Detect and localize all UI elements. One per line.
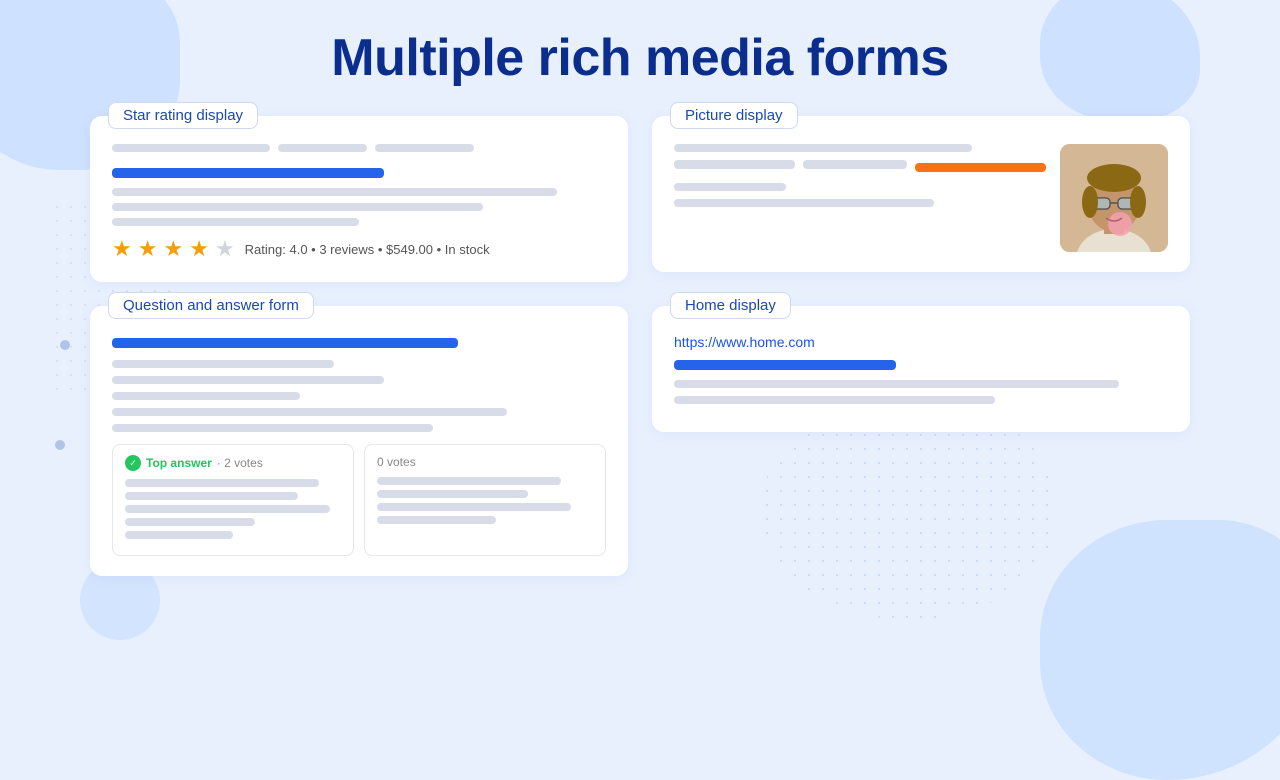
star-rating-row: ★ ★ ★ ★ ★ Rating: 4.0 • 3 reviews • $549… bbox=[112, 236, 606, 262]
qa-form-card: ✓ Top answer · 2 votes 0 votes bbox=[90, 306, 628, 576]
placeholder-line bbox=[125, 492, 298, 500]
placeholder-line bbox=[125, 505, 330, 513]
person-illustration bbox=[1060, 144, 1168, 252]
home-display-wrapper: Home display https://www.home.com bbox=[652, 306, 1190, 576]
placeholder-line bbox=[112, 218, 359, 226]
placeholder-line bbox=[278, 144, 367, 152]
placeholder-line bbox=[377, 477, 561, 485]
placeholder-line bbox=[674, 160, 795, 169]
top-answer-header: ✓ Top answer · 2 votes bbox=[125, 455, 341, 471]
qa-form-label: Question and answer form bbox=[108, 292, 314, 319]
placeholder-line bbox=[125, 531, 233, 539]
product-image bbox=[1060, 144, 1168, 252]
placeholder-line bbox=[112, 360, 334, 368]
placeholder-line bbox=[377, 503, 571, 511]
star-1: ★ bbox=[112, 236, 132, 262]
qa-progress-bar bbox=[112, 338, 458, 348]
placeholder-line bbox=[112, 188, 557, 196]
rating-text: Rating: 4.0 • 3 reviews • $549.00 • In s… bbox=[245, 242, 490, 257]
placeholder-line bbox=[125, 479, 319, 487]
home-url: https://www.home.com bbox=[674, 334, 1168, 350]
placeholder-line bbox=[674, 199, 934, 207]
placeholder-line bbox=[377, 490, 528, 498]
progress-bar bbox=[112, 168, 384, 178]
placeholder-line bbox=[674, 396, 995, 404]
placeholder-line bbox=[112, 144, 270, 152]
placeholder-line bbox=[112, 203, 483, 211]
placeholder-line bbox=[125, 518, 255, 526]
page-title: Multiple rich media forms bbox=[0, 0, 1280, 88]
qa-form-wrapper: Question and answer form ✓ Top answer · … bbox=[90, 306, 628, 576]
star-rating-wrapper: Star rating display ★ ★ ★ ★ ★ Rating: 4.… bbox=[90, 116, 628, 282]
star-rating-label: Star rating display bbox=[108, 102, 258, 129]
qa-answers: ✓ Top answer · 2 votes 0 votes bbox=[112, 444, 606, 556]
star-2: ★ bbox=[138, 236, 158, 262]
placeholder-line bbox=[803, 160, 907, 169]
other-answer-header: 0 votes bbox=[377, 455, 593, 469]
picture-card-text bbox=[674, 144, 1046, 215]
placeholder-line bbox=[674, 380, 1119, 388]
placeholder-line bbox=[674, 144, 972, 152]
picture-display-wrapper: Picture display bbox=[652, 116, 1190, 282]
cards-grid: Star rating display ★ ★ ★ ★ ★ Rating: 4.… bbox=[0, 88, 1280, 576]
star-rating-card: ★ ★ ★ ★ ★ Rating: 4.0 • 3 reviews • $549… bbox=[90, 116, 628, 282]
home-display-label: Home display bbox=[670, 292, 791, 319]
star-3: ★ bbox=[163, 236, 183, 262]
top-answer-label: Top answer bbox=[146, 456, 212, 470]
orange-button bbox=[915, 163, 1046, 172]
other-votes: 0 votes bbox=[377, 455, 416, 469]
star-5: ★ bbox=[215, 236, 235, 262]
top-votes: · 2 votes bbox=[217, 456, 263, 470]
star-4: ★ bbox=[189, 236, 209, 262]
top-answer-box: ✓ Top answer · 2 votes bbox=[112, 444, 354, 556]
placeholder-line bbox=[674, 183, 786, 191]
picture-display-label: Picture display bbox=[670, 102, 798, 129]
placeholder-line bbox=[377, 516, 496, 524]
placeholder-line bbox=[112, 424, 433, 432]
picture-card-inner bbox=[674, 144, 1168, 252]
other-answer-box: 0 votes bbox=[364, 444, 606, 556]
placeholder-line bbox=[112, 408, 507, 416]
placeholder-line bbox=[375, 144, 474, 152]
placeholder-line bbox=[112, 376, 384, 384]
check-icon: ✓ bbox=[125, 455, 141, 471]
home-progress-bar bbox=[674, 360, 896, 370]
placeholder-line bbox=[112, 392, 300, 400]
home-display-card: https://www.home.com bbox=[652, 306, 1190, 432]
picture-display-card bbox=[652, 116, 1190, 272]
